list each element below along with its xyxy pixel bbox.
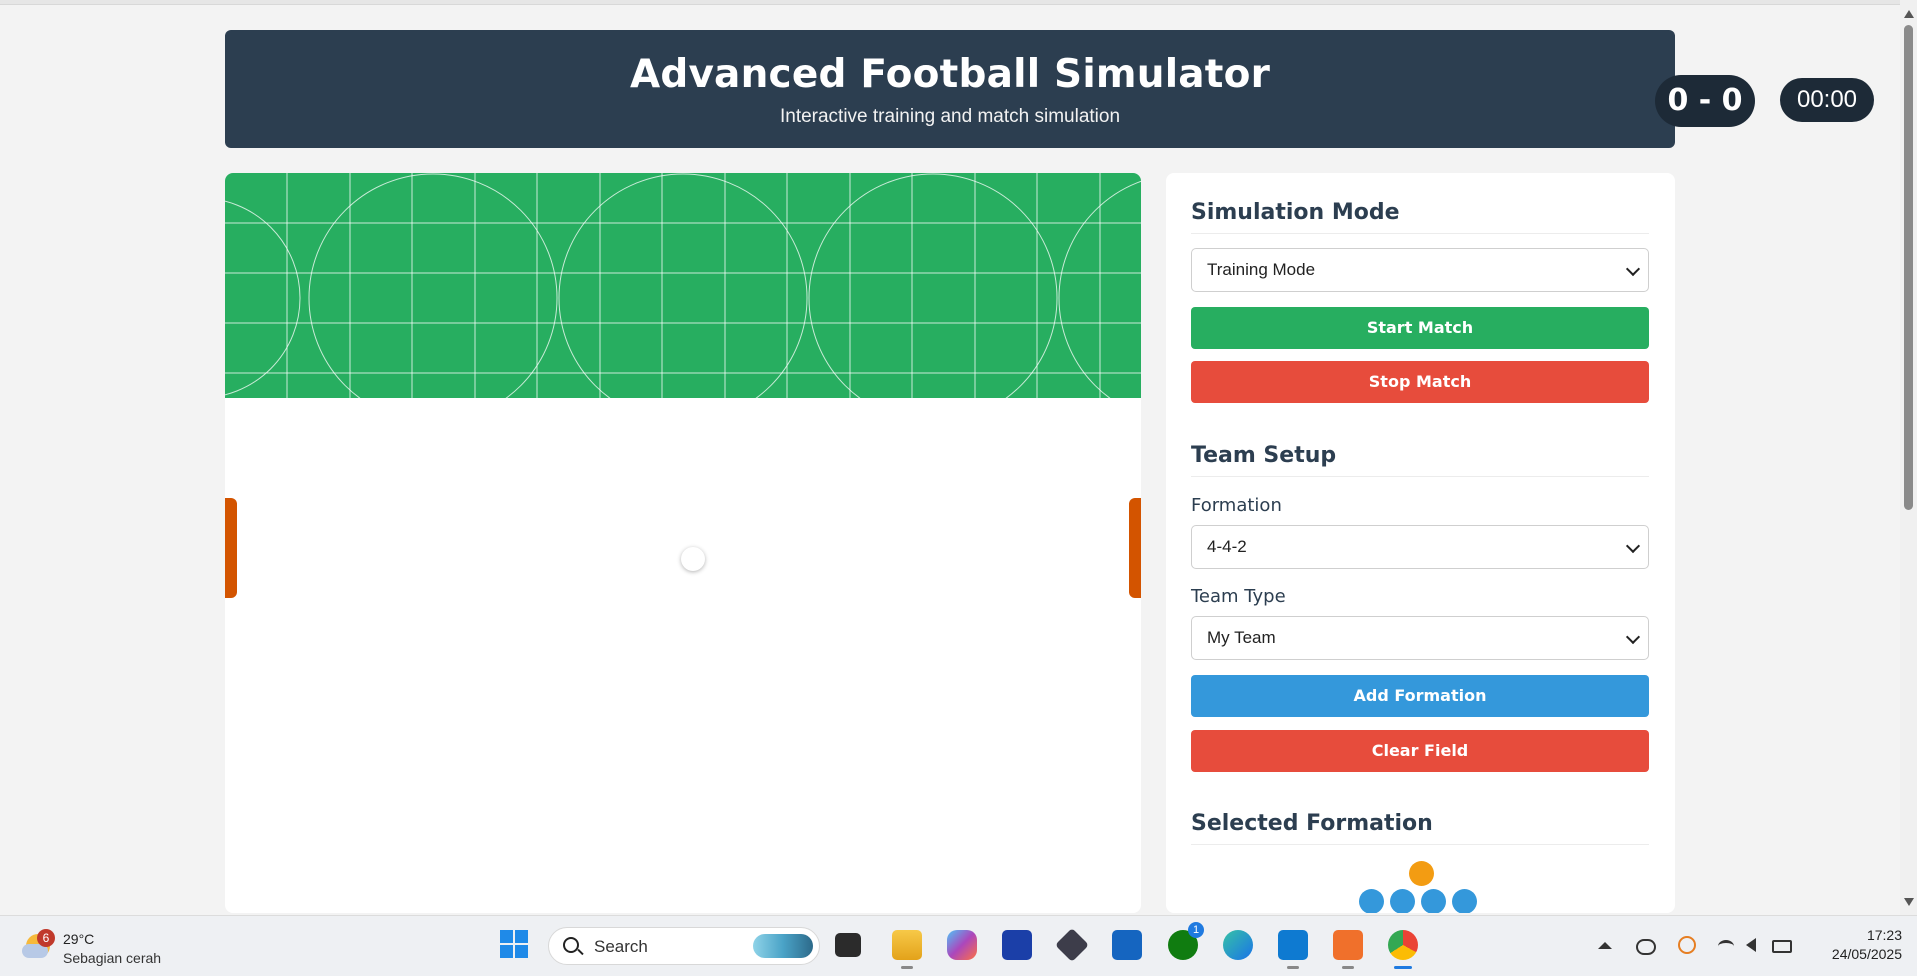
vscode-icon[interactable] [1278,930,1308,969]
obsidian-icon[interactable] [1055,928,1089,962]
team-setup-heading: Team Setup [1191,443,1649,477]
page-title: Advanced Football Simulator [629,52,1271,97]
file-explorer-icon[interactable] [892,930,922,969]
task-view-icon[interactable] [835,933,861,957]
right-goal [1129,498,1141,598]
match-clock: 00:00 [1780,78,1874,122]
start-match-button[interactable]: Start Match [1191,307,1649,349]
clock-time: 17:23 [1866,927,1902,943]
formation-defender-dot [1452,889,1477,913]
volume-icon[interactable] [1746,938,1756,952]
left-goal [225,498,237,598]
team-type-select[interactable]: My Team [1191,616,1649,660]
add-formation-button[interactable]: Add Formation [1191,675,1649,717]
clock-date: 24/05/2025 [1831,946,1902,962]
team-type-label: Team Type [1191,586,1286,607]
stop-match-button[interactable]: Stop Match [1191,361,1649,403]
weather-temperature: 29°C [63,931,95,947]
page-subtitle: Interactive training and match simulatio… [779,106,1121,127]
weather-alert-badge: 6 [37,929,55,947]
pitch-grass-pattern [225,173,1141,398]
battery-charging-icon[interactable] [1772,940,1792,953]
clear-field-button[interactable]: Clear Field [1191,730,1649,772]
windows-start-icon[interactable] [500,930,530,960]
taskbar-search-box[interactable]: Search [548,927,820,965]
simulation-mode-heading: Simulation Mode [1191,200,1649,234]
chevron-down-icon [1625,261,1641,277]
search-icon [563,937,579,953]
edge-icon[interactable] [1223,930,1253,960]
control-panel: Simulation Mode Training Mode Start Matc… [1166,173,1675,913]
taskbar-search-placeholder: Search [594,937,648,956]
formation-defender-dot [1421,889,1446,913]
xampp-icon[interactable] [1333,930,1363,969]
browser-top-edge [0,0,1900,5]
pitch-lines-graphic [225,173,1141,398]
scroll-down-arrow-icon[interactable] [1904,898,1914,906]
scoreboard: 0 - 0 [1655,75,1755,127]
onedrive-offline-icon[interactable] [1636,939,1656,955]
system-clock[interactable]: 17:23 24/05/2025 [1810,926,1902,964]
chrome-icon[interactable] [1388,930,1418,969]
xbox-badge: 1 [1188,922,1204,938]
microsoft-store-icon[interactable] [1112,930,1142,960]
football-pitch[interactable] [225,173,1141,913]
chevron-down-icon [1625,629,1641,645]
formation-label: Formation [1191,495,1282,516]
scroll-thumb[interactable] [1904,25,1913,510]
app-header: Advanced Football Simulator Interactive … [225,30,1874,148]
weather-description: Sebagian cerah [63,950,162,966]
simulation-mode-select[interactable]: Training Mode [1191,248,1649,292]
windows-taskbar: 6 29°C Sebagian cerah Search 1 17:23 24/… [0,915,1917,976]
team-type-value: My Team [1207,628,1276,647]
chevron-down-icon [1625,538,1641,554]
weather-widget[interactable]: 6 29°C Sebagian cerah [20,926,170,968]
formation-defender-dot [1390,889,1415,913]
vscode-insiders-icon[interactable] [1002,930,1032,960]
formation-goalkeeper-dot [1409,861,1434,886]
simulation-mode-value: Training Mode [1207,260,1316,279]
formation-defender-dot [1359,889,1384,913]
selected-formation-heading: Selected Formation [1191,811,1649,845]
copilot-icon[interactable] [947,930,977,960]
formation-select[interactable]: 4-4-2 [1191,525,1649,569]
scroll-up-arrow-icon[interactable] [1904,10,1914,18]
ball[interactable] [681,547,705,571]
search-highlight-image [753,934,813,958]
show-hidden-icons-chevron-icon[interactable] [1598,942,1612,949]
page-scrollbar[interactable] [1900,0,1917,915]
formation-value: 4-4-2 [1207,537,1247,556]
wifi-icon[interactable] [1718,940,1734,953]
xbox-icon[interactable]: 1 [1168,922,1204,960]
sync-icon[interactable] [1678,936,1696,954]
